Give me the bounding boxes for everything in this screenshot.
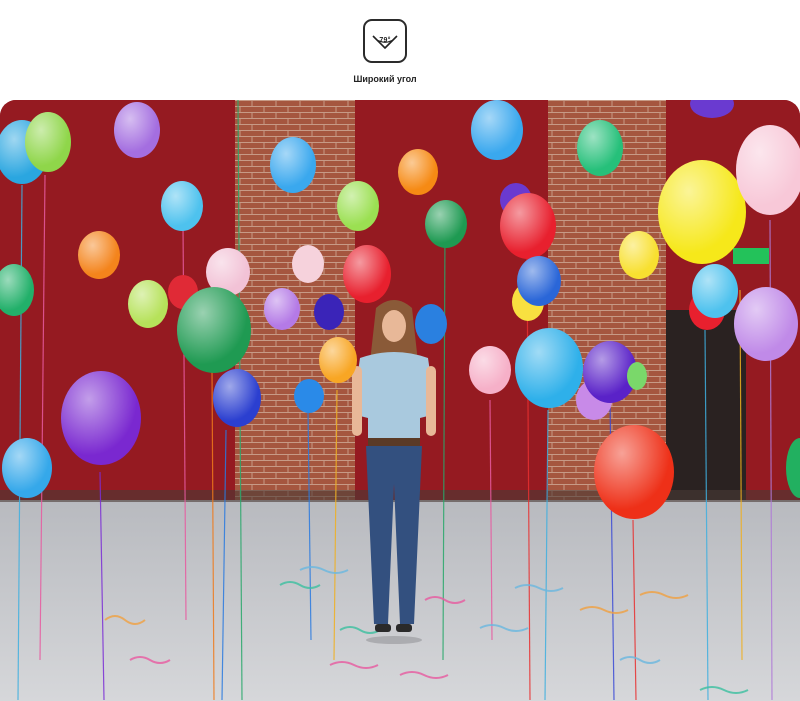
wide-angle-mode-button[interactable]: 79° [363, 19, 407, 63]
balloons-photo-image [0, 100, 800, 701]
angle-value: 79° [379, 37, 391, 44]
sample-photo [0, 100, 800, 701]
mode-label: Широкий угол [353, 74, 417, 84]
camera-mode-header: 79° Широкий угол [0, 0, 800, 100]
